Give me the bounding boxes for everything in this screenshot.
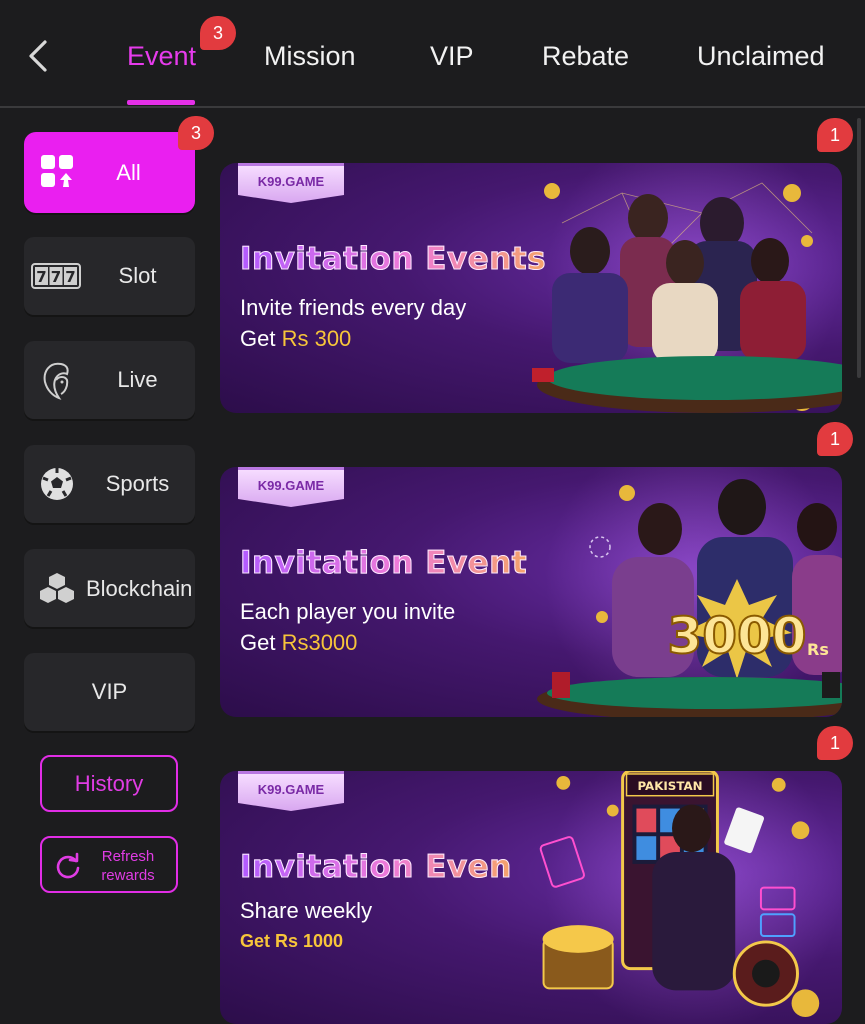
brand-tag: K99.GAME <box>238 771 344 811</box>
sidebar-item-label: Live <box>117 367 158 392</box>
brand-tag: K99.GAME <box>238 163 344 203</box>
sidebar-item-all[interactable]: All <box>24 132 195 213</box>
sidebar-item-vip[interactable]: VIP <box>24 653 195 731</box>
sidebar-all-badge: 3 <box>178 116 214 150</box>
tab-mission[interactable]: Mission <box>264 36 356 76</box>
svg-text:7: 7 <box>65 268 75 286</box>
refresh-rewards-label: Refresh rewards <box>101 848 155 884</box>
svg-text:Rs: Rs <box>807 640 829 659</box>
tab-unclaimed[interactable]: Unclaimed <box>697 36 825 76</box>
sidebar-item-live[interactable]: Live <box>24 341 195 419</box>
chevron-left-icon <box>29 40 47 72</box>
tab-event[interactable]: Event <box>127 36 196 76</box>
svg-text:3000: 3000 <box>667 607 806 665</box>
refresh-rewards-button[interactable]: Refresh rewards <box>40 836 178 893</box>
sidebar-item-label: VIP <box>91 679 128 704</box>
scrollbar[interactable] <box>857 118 861 378</box>
event-subtitle: Each player you invite <box>240 599 456 624</box>
event-badge: 1 <box>817 726 853 760</box>
sidebar-item-slot[interactable]: 7 7 7 Slot <box>24 237 195 315</box>
event-reward: Get Rs3000 <box>240 630 358 655</box>
tab-vip[interactable]: VIP <box>430 36 474 76</box>
active-tab-indicator <box>127 100 195 105</box>
sidebar-item-sports[interactable]: Sports <box>24 445 195 523</box>
event-reward: Get Rs 300 <box>240 326 352 351</box>
event-badge: 1 <box>817 118 853 152</box>
top-nav: Event 3 Mission VIP Rebate Unclaimed <box>0 0 865 108</box>
event-card[interactable]: K99.GAME Invitation Events Invite friend… <box>220 163 842 413</box>
event-title: Invitation Even <box>240 849 512 886</box>
sidebar-item-label: All <box>116 159 141 185</box>
event-card[interactable]: PAKISTAN K99.GAME Invitation Even Share … <box>220 771 842 1024</box>
grid-apps-icon <box>36 151 78 191</box>
event-subtitle: Invite friends every day <box>240 295 467 320</box>
tab-event-badge: 3 <box>200 16 236 50</box>
brand-tag: K99.GAME <box>238 467 344 507</box>
history-button[interactable]: History <box>40 755 178 812</box>
jackpot-3000-illustration: 3000 Rs <box>537 479 842 717</box>
event-subtitle: Share weekly <box>240 898 373 923</box>
svg-text:7: 7 <box>51 268 61 286</box>
slot-machine-illustration: PAKISTAN <box>539 771 820 1018</box>
tab-rebate[interactable]: Rebate <box>542 36 629 76</box>
refresh-icon <box>56 852 80 879</box>
slot-777-icon: 7 7 7 <box>30 256 82 296</box>
live-dealer-icon <box>36 360 78 400</box>
event-title: Invitation Event <box>239 545 528 582</box>
event-reward: Get Rs 1000 <box>240 931 344 951</box>
blockchain-cubes-icon <box>36 568 78 608</box>
sidebar-item-label: Slot <box>118 263 157 288</box>
sidebar-item-label: Blockchain <box>86 575 193 601</box>
event-title: Invitation Events <box>239 241 547 278</box>
soccer-ball-icon <box>36 464 78 504</box>
event-card[interactable]: 3000 Rs K99.GAME Invitation Event Each p… <box>220 467 842 717</box>
casino-table-players-illustration <box>532 182 842 413</box>
sidebar-item-blockchain[interactable]: Blockchain <box>24 549 195 627</box>
svg-text:PAKISTAN: PAKISTAN <box>637 779 702 793</box>
svg-text:7: 7 <box>36 268 46 286</box>
sidebar-item-label: Sports <box>105 471 170 496</box>
event-badge: 1 <box>817 422 853 456</box>
back-button[interactable] <box>18 36 58 76</box>
